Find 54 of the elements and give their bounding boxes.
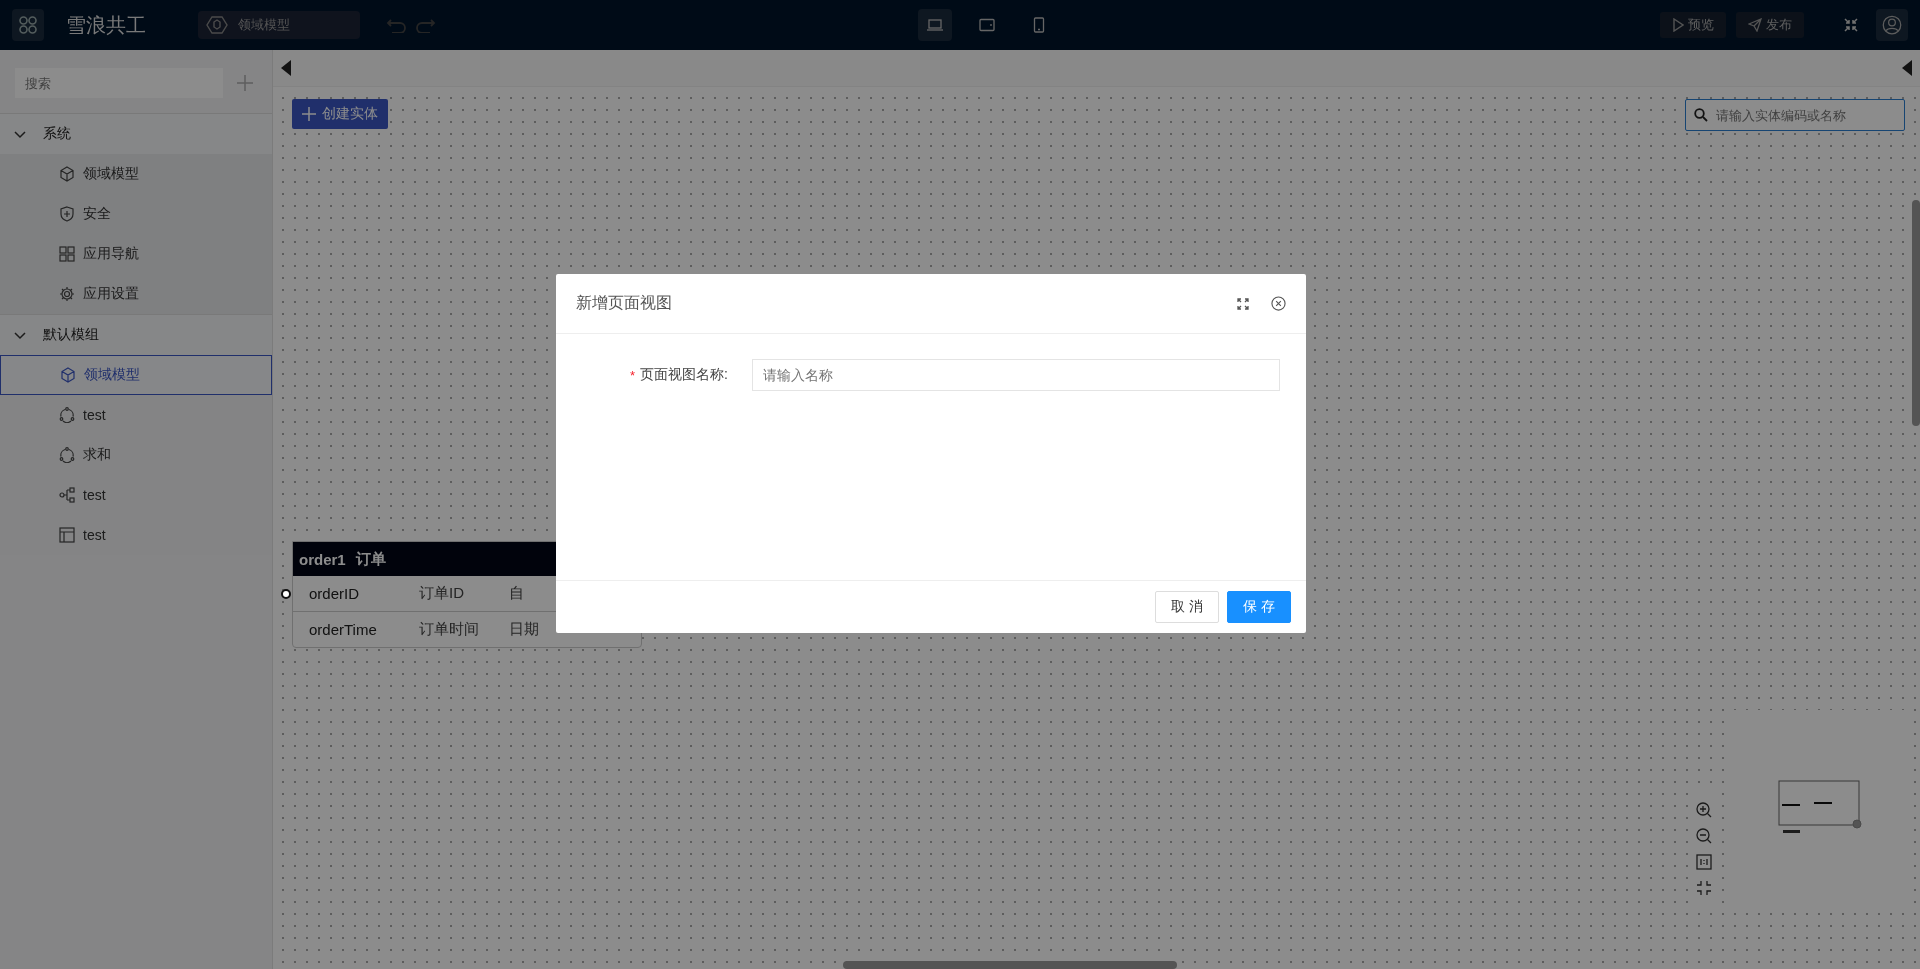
field-name: 订单ID bbox=[419, 584, 465, 603]
horizontal-scrollbar[interactable] bbox=[843, 961, 1177, 969]
zoom-out-icon[interactable] bbox=[1696, 828, 1712, 844]
collapse-left-icon[interactable] bbox=[281, 60, 291, 76]
collapse-right-icon[interactable] bbox=[1902, 60, 1912, 76]
grid-icon bbox=[59, 246, 75, 262]
entity-code: order1 bbox=[299, 550, 346, 568]
entity-search-field[interactable]: 请输入实体编码或名称 bbox=[1685, 99, 1905, 131]
required-mark: * bbox=[630, 367, 637, 383]
search-icon bbox=[1694, 108, 1708, 122]
device-button[interactable] bbox=[918, 9, 952, 41]
chevron-icon bbox=[14, 329, 26, 341]
fullscreen-exit-icon[interactable] bbox=[1844, 18, 1858, 32]
tablet-icon bbox=[979, 18, 995, 32]
vertical-scrollbar[interactable] bbox=[1912, 200, 1920, 426]
save-button[interactable]: 保 存 bbox=[1227, 591, 1291, 623]
chevron-icon bbox=[14, 128, 26, 140]
cancel-button[interactable]: 取 消 bbox=[1155, 591, 1219, 623]
gear-icon bbox=[59, 286, 75, 302]
cycle-icon bbox=[59, 407, 75, 423]
create-entity-button[interactable]: 创建实体 bbox=[292, 99, 388, 129]
user-icon bbox=[1882, 13, 1902, 37]
search-field[interactable]: 搜索 bbox=[15, 68, 223, 98]
apps-button[interactable] bbox=[12, 9, 44, 41]
table-icon bbox=[59, 527, 75, 543]
field-type: 日期 bbox=[509, 620, 539, 639]
plus-icon bbox=[302, 107, 316, 121]
entity-name: 订单 bbox=[355, 549, 386, 569]
phone-icon bbox=[1033, 17, 1045, 33]
flow-icon bbox=[59, 487, 75, 503]
user-avatar-button[interactable] bbox=[1876, 9, 1908, 41]
field-name: 订单时间 bbox=[419, 620, 480, 639]
module-selector[interactable]: 领域模型 bbox=[198, 11, 360, 39]
tree-item[interactable]: 领域模型 bbox=[0, 355, 272, 395]
field-type: 自 bbox=[509, 584, 524, 603]
close-icon[interactable] bbox=[1271, 296, 1286, 311]
actual-size-icon[interactable] bbox=[1696, 854, 1712, 870]
cycle-icon bbox=[59, 447, 75, 463]
laptop-icon bbox=[927, 18, 943, 32]
shield-icon bbox=[59, 206, 75, 222]
field-code: orderID bbox=[308, 585, 361, 602]
field-code: orderTime bbox=[308, 621, 378, 638]
preview-button[interactable]: 预览 bbox=[1660, 12, 1726, 38]
zoom-in-icon[interactable] bbox=[1696, 802, 1712, 818]
field-label: 页面视图名称: bbox=[640, 366, 729, 384]
name-input[interactable]: 请输入名称 bbox=[752, 359, 1280, 391]
apps-icon bbox=[18, 15, 38, 35]
fit-view-icon[interactable] bbox=[1696, 880, 1712, 896]
app-name: 雪浪共工 bbox=[66, 12, 146, 38]
play-icon bbox=[1672, 18, 1684, 32]
publish-button[interactable]: 发布 bbox=[1736, 12, 1804, 38]
dialog-title: 新增页面视图 bbox=[576, 293, 673, 313]
send-icon bbox=[1748, 18, 1762, 32]
maximize-icon[interactable] bbox=[1237, 297, 1249, 310]
